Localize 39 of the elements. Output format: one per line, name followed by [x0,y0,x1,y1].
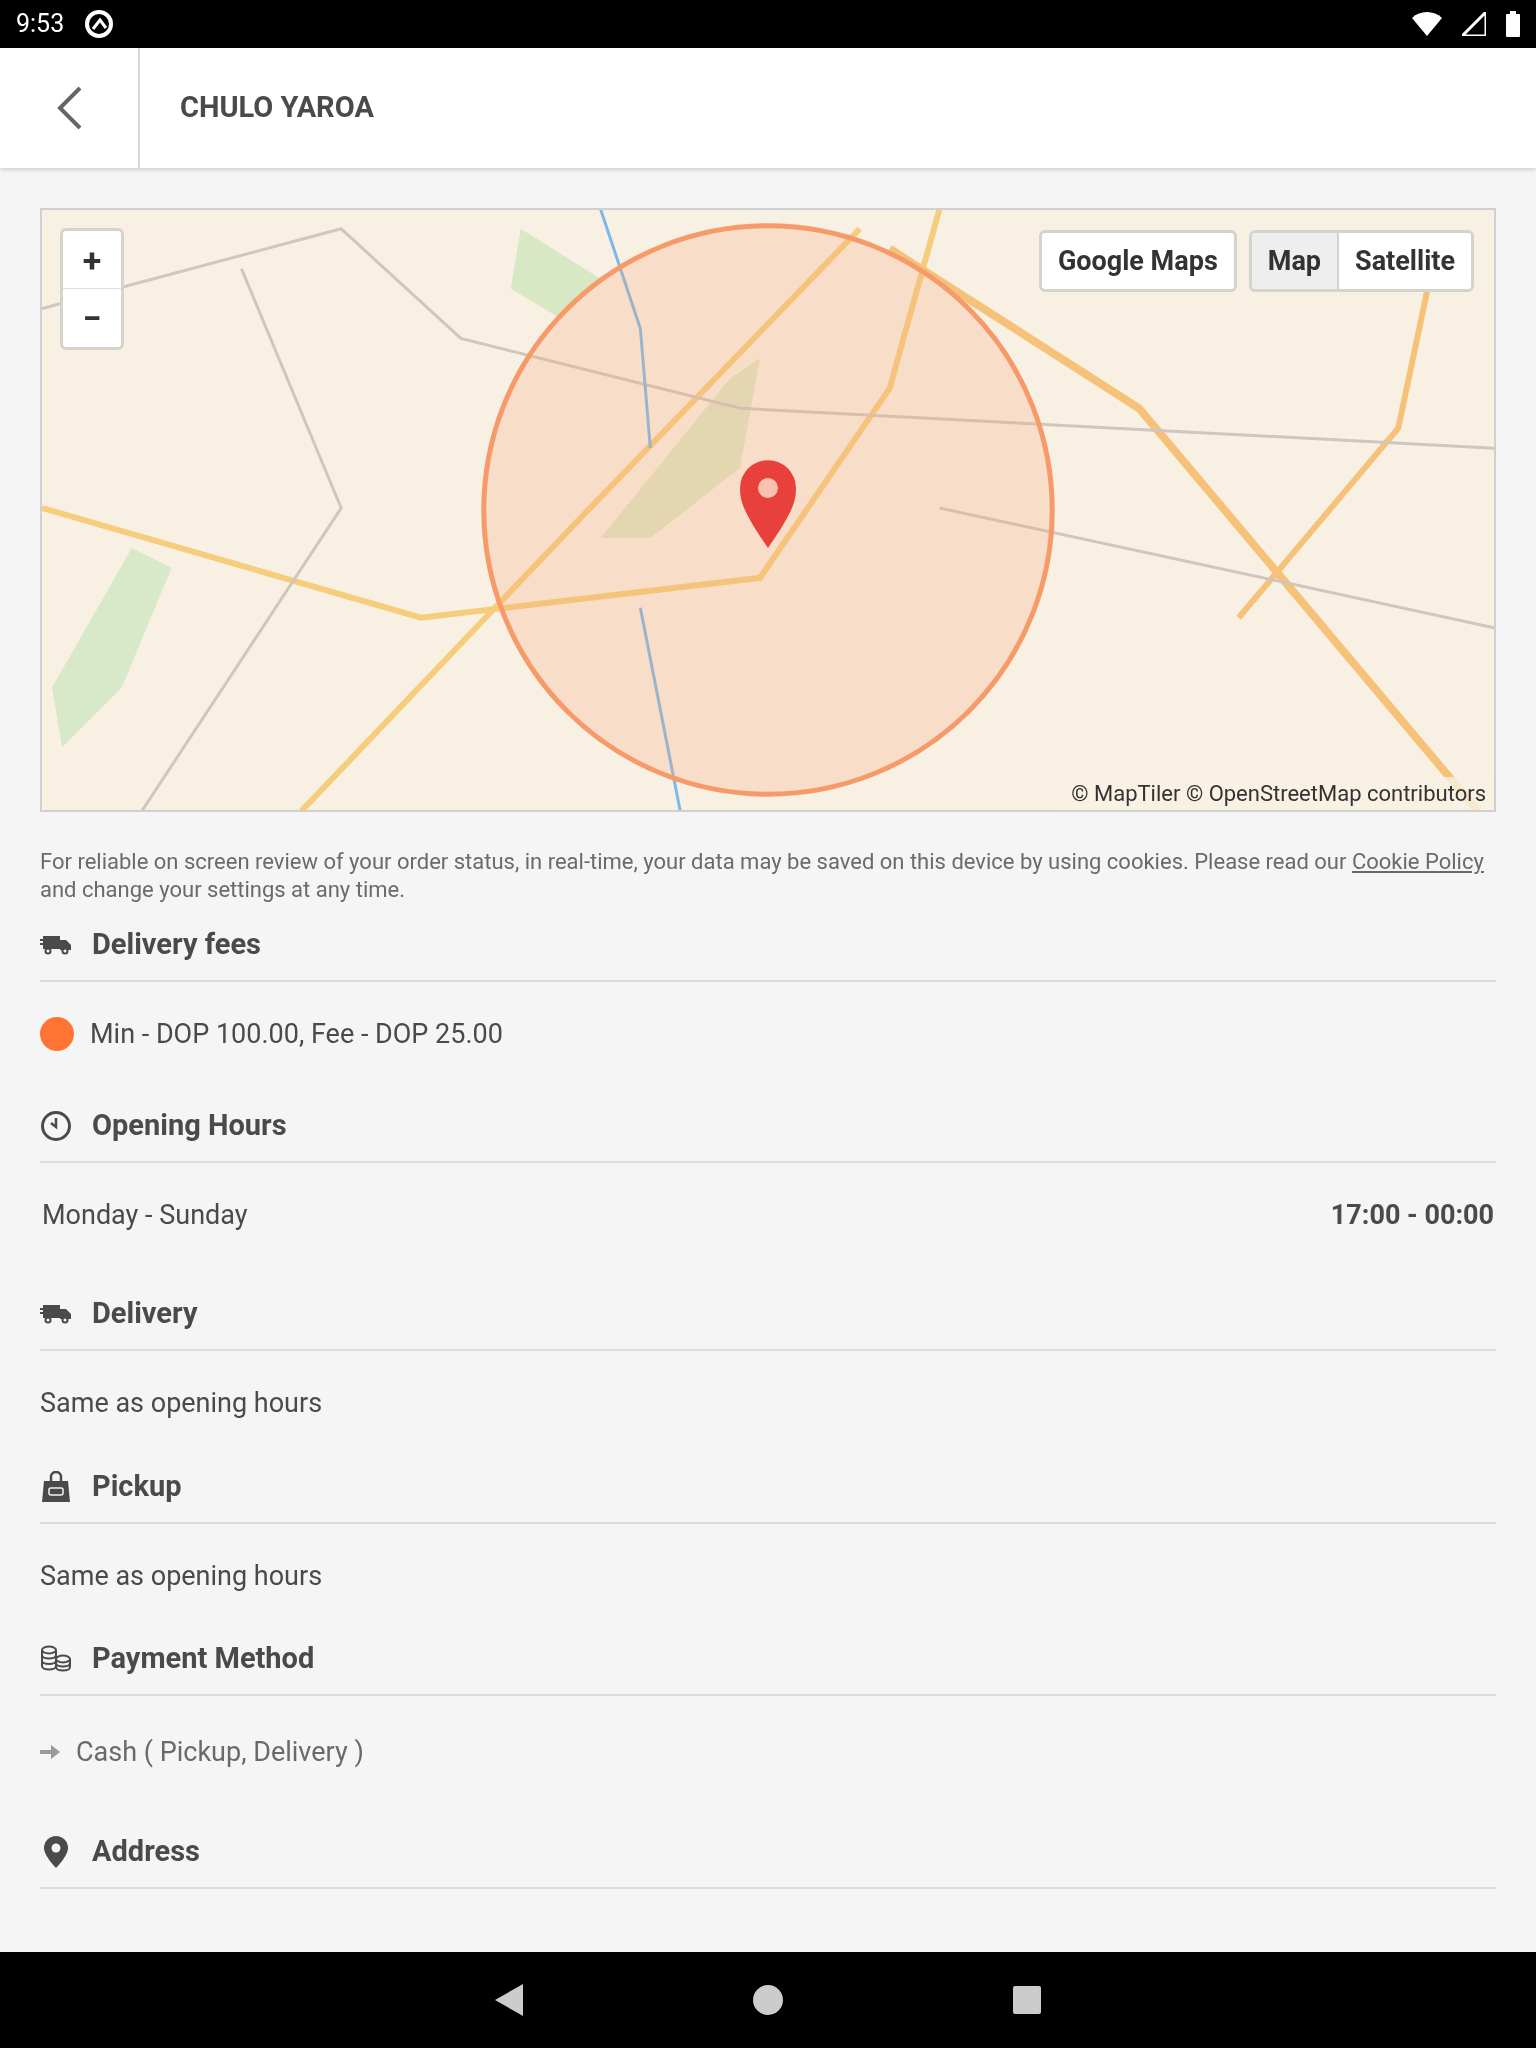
availability-text: Same as opening hours [40,1559,323,1592]
payment-method-text: Cash ( Pickup, Delivery ) [76,1735,364,1770]
hours-text: 17:00 - 00:00 [1330,1197,1494,1233]
location-pin-icon [43,1834,69,1869]
section-title: Pickup [92,1467,182,1505]
back-triangle-icon [495,1984,523,2016]
back-icon [56,86,82,130]
section-title: Payment Method [92,1640,315,1678]
map[interactable]: + − Google Maps Map Satellite © MapTiler © OpenStreetMap contributors [40,208,1496,812]
arrow-icon [40,1744,60,1761]
truck-icon [40,934,72,956]
bag-icon [41,1470,71,1503]
signal-icon [1462,12,1486,36]
home-button[interactable] [753,1985,783,2015]
section-title: Address [92,1832,200,1870]
availability-text: Same as opening hours [40,1387,323,1419]
map-type-tab[interactable]: Satellite [1337,233,1471,289]
fee-text: Min - DOP 100.00, Fee - DOP 25.00 [90,1017,503,1052]
clock-time: 9:53 [16,8,65,41]
section-title: Opening Hours [92,1106,287,1144]
cookie-notice: For reliable on screen review of your order status, in real-time, your data may be saved on this device by using cookies. Please read our Cookie Policy and change your settings at any time. [40,848,1485,904]
map-type-tab[interactable]: Map [1251,233,1338,289]
page-title: CHULO YAROA [180,89,374,127]
recents-square-icon [1013,1986,1041,2014]
cookie-policy-link[interactable]: Cookie Policy [1351,849,1484,874]
battery-icon [1506,11,1520,37]
coins-icon [40,1645,72,1673]
back-nav-button[interactable] [495,1984,523,2016]
truck-icon [40,1303,72,1325]
section-title: Delivery fees [92,926,261,964]
zoom-out-button[interactable]: − [63,289,121,347]
home-circle-icon [753,1985,783,2015]
notification-icon [84,9,115,39]
zoom-in-button[interactable]: + [63,231,121,289]
wifi-icon [1412,12,1442,36]
days-text: Monday - Sunday [42,1197,248,1233]
google-maps-button[interactable]: Google Maps [1038,230,1237,292]
section-title: Delivery [92,1295,198,1333]
clock-icon [40,1109,72,1142]
